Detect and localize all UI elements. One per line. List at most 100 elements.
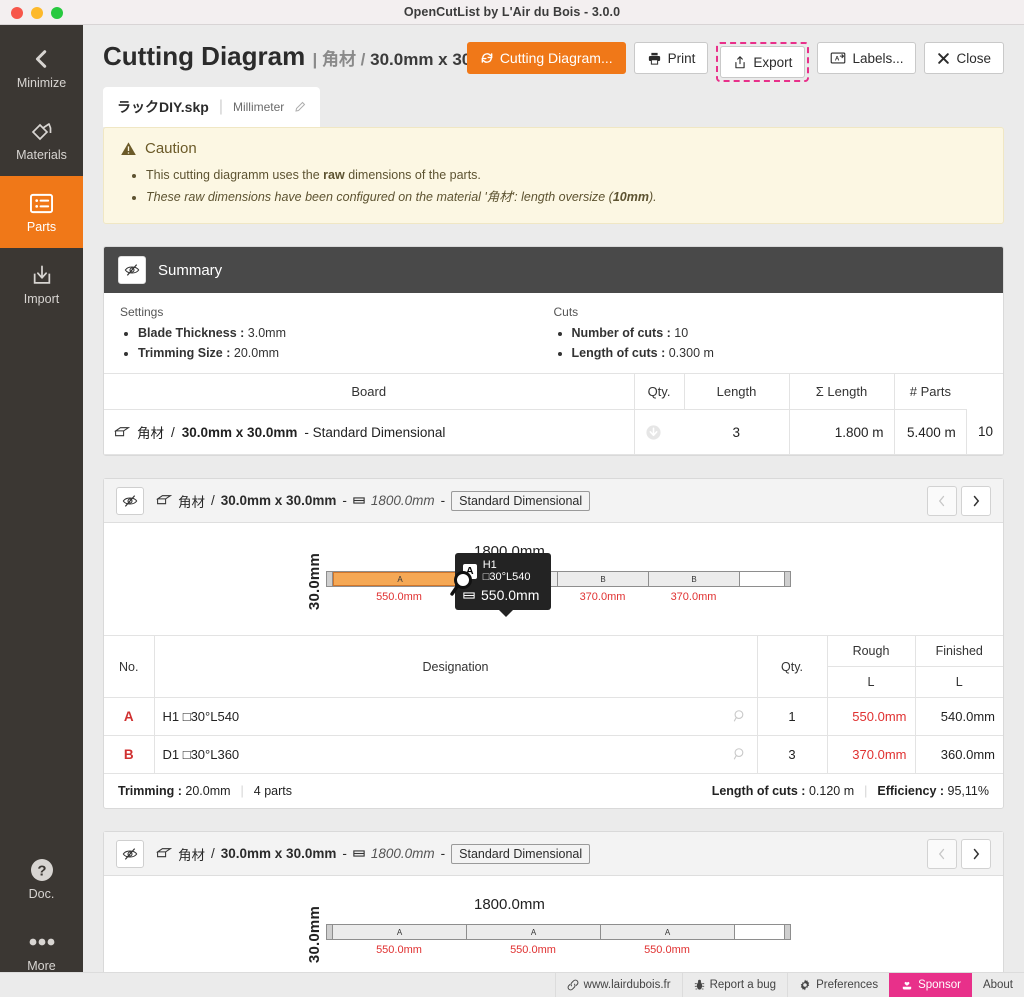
footer-item-sponsor[interactable]: Sponsor bbox=[889, 973, 972, 997]
sidebar-item-doc[interactable]: ? Doc. bbox=[0, 843, 83, 915]
caution-list: This cutting diagramm uses the raw dimen… bbox=[146, 165, 987, 209]
sidebar-item-minimize[interactable]: Minimize bbox=[0, 32, 83, 104]
export-button[interactable]: Export bbox=[720, 46, 806, 78]
diagram-slash: / bbox=[211, 493, 215, 509]
import-icon bbox=[31, 262, 53, 288]
download-circle-icon[interactable] bbox=[645, 424, 675, 441]
bar-segment[interactable]: A bbox=[467, 925, 601, 940]
sidebar-item-import[interactable]: Import bbox=[0, 248, 83, 320]
sidebar-item-label: More bbox=[27, 959, 56, 974]
sidebar-item-label: Import bbox=[23, 292, 60, 307]
diagram-sep1: - bbox=[342, 493, 347, 509]
diagram-badge: Standard Dimensional bbox=[451, 843, 591, 864]
diagram-1-hide-button[interactable] bbox=[116, 486, 144, 515]
diagram-prev-button[interactable] bbox=[927, 485, 957, 516]
bar-segment[interactable]: A bbox=[333, 925, 467, 940]
col-designation: Designation bbox=[154, 635, 758, 699]
cell-length: 1.800 m bbox=[789, 409, 895, 456]
close-window-button[interactable] bbox=[11, 6, 23, 19]
table-row[interactable]: B D1 □30°L360 3 370.0mm 360.0mm bbox=[104, 735, 1003, 775]
designation-text: H1 □30°L540 bbox=[162, 709, 240, 725]
diagram-badge: Standard Dimensional bbox=[451, 490, 591, 511]
diagram-dims: 30.0mm x 30.0mm bbox=[220, 846, 337, 862]
chevron-right-icon bbox=[971, 495, 981, 507]
board-sep: / bbox=[171, 424, 175, 440]
tooltip-length: 550.0mm bbox=[481, 587, 540, 604]
cell-qty: 3 bbox=[684, 409, 790, 456]
button-label: Close bbox=[956, 50, 991, 66]
diagram-1-footer: Trimming : 20.0mm | 4 parts Length of cu… bbox=[104, 774, 1003, 808]
table-row[interactable]: 角材 / 30.0mm x 30.0mm - Standard Dimensio… bbox=[104, 409, 1003, 456]
length-icon bbox=[353, 848, 365, 859]
summary-table: Board Qty. Length Σ Length # Parts 角材 / … bbox=[104, 374, 1003, 456]
diagram-sep1: - bbox=[342, 846, 347, 862]
cuts-item: Number of cuts : 10 bbox=[572, 323, 988, 343]
sidebar: Minimize Materials Parts Import ? Doc. M… bbox=[0, 25, 83, 997]
segment-letter: A bbox=[664, 927, 671, 937]
minimize-window-button[interactable] bbox=[31, 6, 43, 19]
close-button[interactable]: Close bbox=[924, 42, 1004, 74]
footer-item-website[interactable]: www.lairdubois.fr bbox=[554, 973, 682, 997]
button-label: Labels... bbox=[852, 50, 904, 66]
print-button[interactable]: Print bbox=[633, 42, 709, 74]
chevron-left-icon bbox=[937, 495, 947, 507]
summary-settings: Settings Blade Thickness : 3.0mm Trimmin… bbox=[120, 305, 554, 363]
chevron-left-icon bbox=[937, 848, 947, 860]
magnifier-icon[interactable] bbox=[733, 747, 747, 761]
cell-download[interactable] bbox=[634, 409, 684, 456]
scroll-region[interactable]: Caution This cutting diagramm uses the r… bbox=[83, 127, 1024, 972]
bar-height-label: 30.0mm bbox=[306, 906, 323, 964]
diagram-prev-button[interactable] bbox=[927, 838, 957, 869]
caution-panel: Caution This cutting diagramm uses the r… bbox=[103, 127, 1004, 225]
bar-leftover bbox=[740, 572, 784, 587]
page-title-material: 角材 bbox=[321, 50, 356, 69]
magnifier-icon[interactable] bbox=[733, 709, 747, 723]
summary-hide-button[interactable] bbox=[118, 256, 146, 285]
col-rough: Rough bbox=[827, 635, 916, 668]
page-title-sep: | bbox=[312, 50, 322, 69]
caution-text-c: ). bbox=[648, 190, 657, 205]
diagram-2-hide-button[interactable] bbox=[116, 839, 144, 868]
footer-item-report-bug[interactable]: Report a bug bbox=[681, 973, 788, 997]
sidebar-item-materials[interactable]: Materials bbox=[0, 104, 83, 176]
diagram-2-header: 角材 / 30.0mm x 30.0mm - 1800.0mm - Standa… bbox=[104, 832, 1003, 877]
cuts-key: Number of cuts : bbox=[571, 326, 671, 341]
summary-settings-row: Settings Blade Thickness : 3.0mm Trimmin… bbox=[104, 293, 1003, 375]
designation-text: D1 □30°L360 bbox=[162, 747, 240, 763]
bar-segment[interactable]: A bbox=[601, 925, 735, 940]
diagram-next-button[interactable] bbox=[961, 485, 991, 516]
tab-active-file[interactable]: ラックDIY.skp | Millimeter bbox=[103, 87, 321, 128]
cuts-key: Length of cuts : bbox=[711, 784, 806, 799]
diagram-1-nav bbox=[927, 485, 991, 516]
sidebar-item-parts[interactable]: Parts bbox=[0, 176, 83, 248]
diagram-panel-2: 角材 / 30.0mm x 30.0mm - 1800.0mm - Standa… bbox=[103, 831, 1004, 972]
col-qty: Qty. bbox=[634, 374, 685, 411]
caution-text-a: This cutting diagramm uses the bbox=[146, 168, 324, 183]
page-title-slash: / bbox=[355, 50, 371, 69]
caution-text-a: These raw dimensions have been configure… bbox=[146, 190, 613, 205]
col-finished: Finished bbox=[915, 635, 1003, 668]
efficiency-value: 95,11% bbox=[947, 784, 989, 799]
board-material: 角材 bbox=[137, 426, 164, 442]
settings-value: 20.0mm bbox=[233, 346, 280, 361]
footer-item-preferences[interactable]: Preferences bbox=[787, 973, 889, 997]
settings-item: Trimming Size : 20.0mm bbox=[138, 343, 554, 363]
bar-segment[interactable]: B bbox=[649, 572, 740, 587]
footer-item-about[interactable]: About bbox=[972, 973, 1024, 997]
pencil-icon[interactable] bbox=[294, 101, 306, 113]
footer-divider: | bbox=[864, 784, 868, 799]
bar-segment[interactable]: B bbox=[558, 572, 649, 587]
trimming-value: 20.0mm bbox=[185, 784, 231, 799]
page-header: Cutting Diagram | 角材 / 30.0mm x 30.0mm C… bbox=[83, 25, 1024, 82]
cuts-key: Length of cuts : bbox=[571, 346, 666, 361]
help-circle-icon: ? bbox=[30, 857, 54, 883]
col-rough-sub: L bbox=[827, 666, 916, 699]
table-row[interactable]: A H1 □30°L540 1 550.0mm 540.0mm bbox=[104, 697, 1003, 737]
parts-list-icon bbox=[29, 190, 54, 216]
segment-letter: B bbox=[691, 574, 697, 584]
maximize-window-button[interactable] bbox=[51, 6, 63, 19]
segment-letter: A bbox=[530, 927, 537, 937]
labels-button[interactable]: A Labels... bbox=[817, 42, 917, 74]
diagram-next-button[interactable] bbox=[961, 838, 991, 869]
cutting-diagram-button[interactable]: Cutting Diagram... bbox=[466, 42, 626, 74]
